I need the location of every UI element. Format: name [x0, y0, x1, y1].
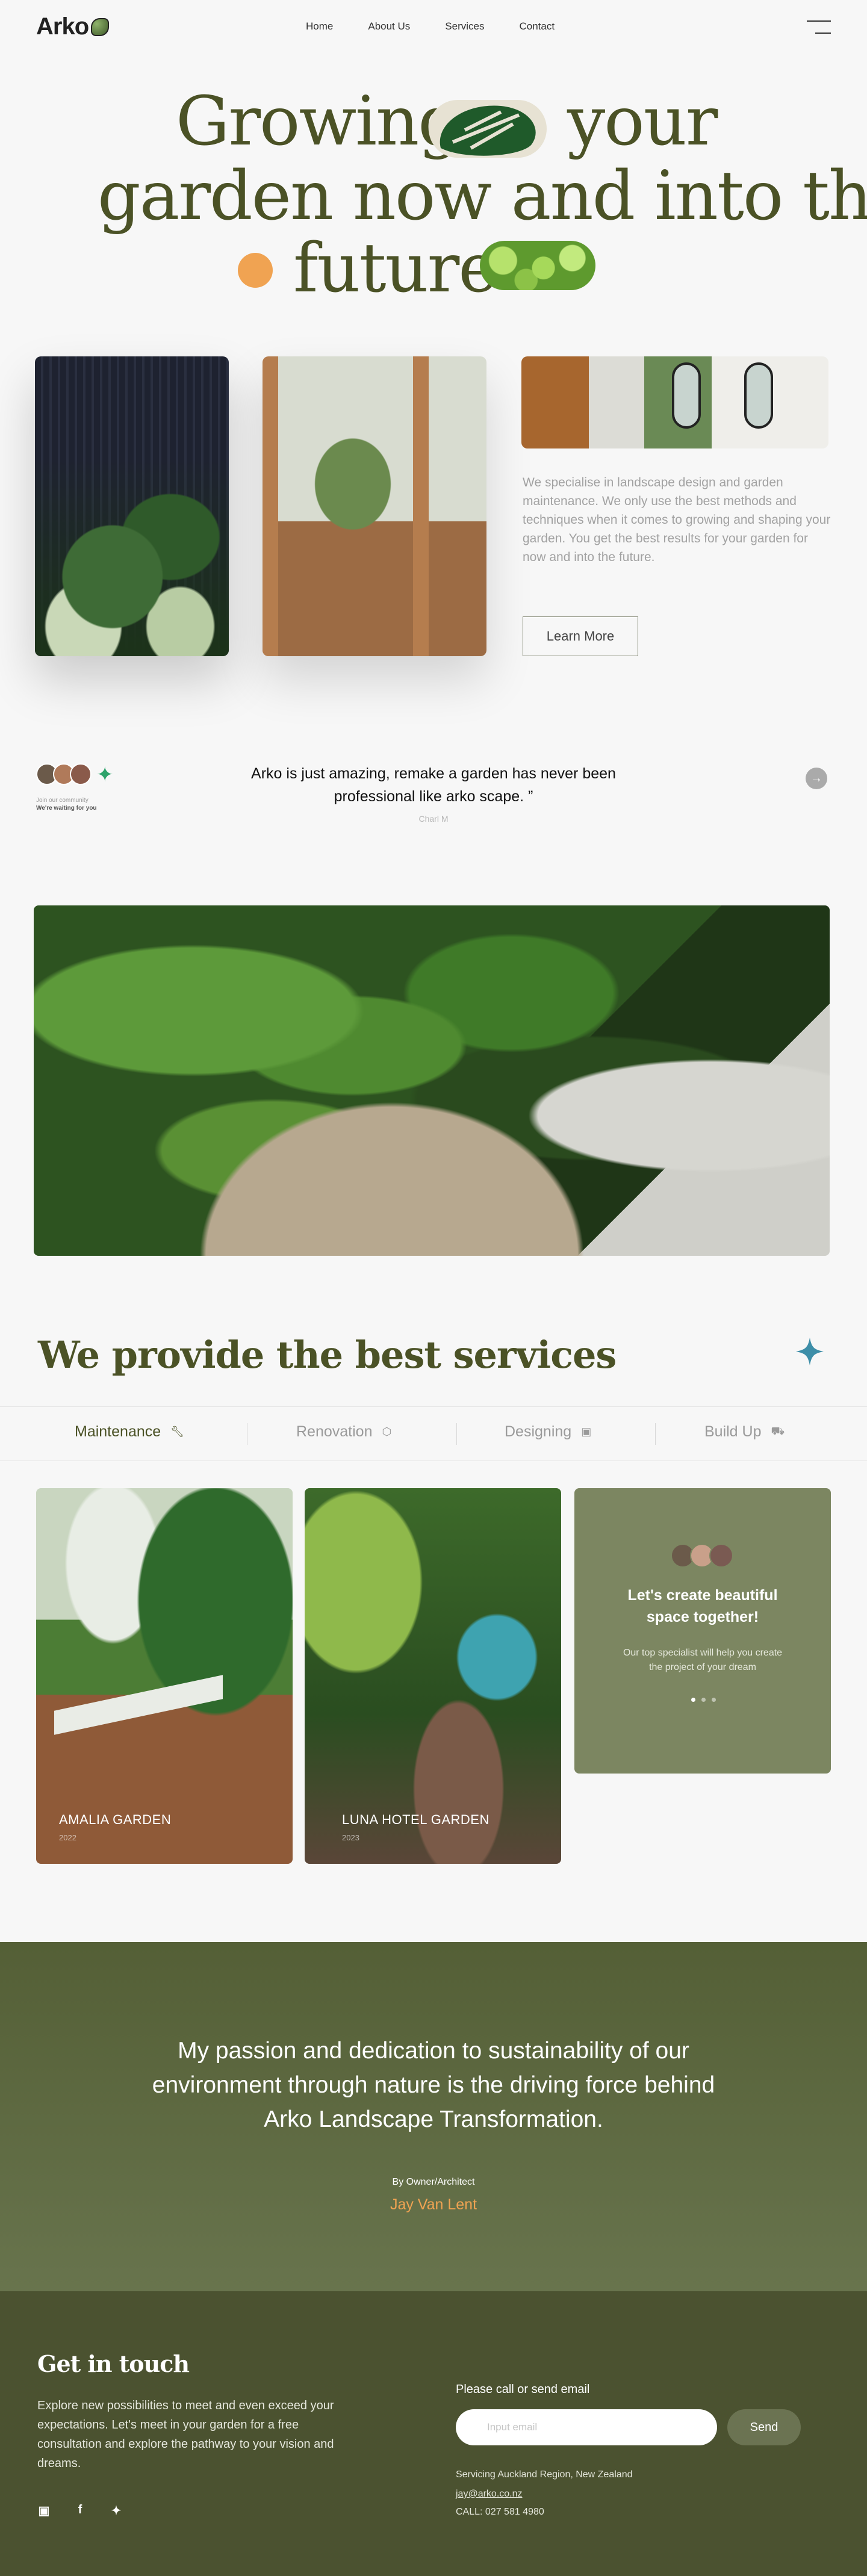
services-title: We provide the best services [38, 1333, 617, 1377]
lime-slices-image [480, 241, 595, 290]
specialist-avatars [671, 1544, 733, 1568]
nav-about-link[interactable]: About Us [368, 20, 410, 33]
image-icon: ▣ [581, 1426, 592, 1438]
tab-label: Build Up [704, 1423, 762, 1440]
tab-build-up[interactable]: Build Up ⛟ [704, 1423, 785, 1441]
hero-line-2: garden now and into the [98, 157, 867, 235]
dark-wall-plant-image [35, 356, 229, 656]
nav-home-link[interactable]: Home [306, 20, 333, 33]
main-nav: Home About Us Services Contact [306, 20, 555, 33]
testimonial-author: Charl M [418, 814, 449, 824]
intro-description: We specialise in landscape design and ga… [523, 476, 831, 564]
project-card-luna[interactable]: LUNA HOTEL GARDEN 2023 [305, 1488, 561, 1864]
divider [456, 1423, 457, 1445]
project-year: 2022 [59, 1833, 76, 1842]
logo[interactable]: Arko [36, 13, 110, 40]
hero-line-3: future [293, 229, 499, 308]
community-subcaption: We're waiting for you [36, 805, 97, 812]
divider [655, 1423, 656, 1445]
tab-renovation[interactable]: Renovation ⬡ [296, 1423, 391, 1441]
leaf-icon [91, 17, 110, 36]
service-region: Servicing Auckland Region, New Zealand [456, 2469, 633, 2480]
cta-text: Our top specialist will help you create … [623, 1648, 783, 1672]
send-button[interactable]: Send [727, 2409, 801, 2445]
sparkle-icon: ✦ [96, 763, 114, 786]
project-year: 2023 [342, 1833, 359, 1842]
project-name: LUNA HOTEL GARDEN [342, 1812, 489, 1827]
carousel-dot[interactable] [701, 1698, 706, 1702]
email-input[interactable] [456, 2409, 717, 2445]
cta-title: Let's create beautiful space together! [627, 1587, 778, 1625]
community-avatars [36, 763, 92, 785]
truck-icon: ⛟ [771, 1424, 785, 1437]
nav-services-link[interactable]: Services [445, 20, 484, 33]
tab-label: Maintenance [75, 1423, 161, 1440]
social-links: ▣ f ✦ [37, 2503, 123, 2518]
community-caption: Join our community [36, 797, 89, 804]
twitter-icon[interactable]: ✦ [110, 2503, 123, 2518]
hero-line-1a: Growing [176, 82, 461, 161]
garden-feature-image [34, 905, 830, 1256]
next-arrow-icon[interactable]: → [806, 768, 827, 789]
footer-text: Explore new possibilities to meet and ev… [37, 2399, 334, 2470]
facebook-icon[interactable]: f [73, 2503, 87, 2518]
tab-maintenance[interactable]: Maintenance 🔧︎ [75, 1423, 184, 1441]
carousel-dot[interactable] [712, 1698, 716, 1702]
phone-number: CALL: 027 581 4980 [456, 2507, 544, 2517]
mission-byline: By Owner/Architect [392, 2177, 475, 2187]
learn-more-button[interactable]: Learn More [523, 616, 638, 656]
divider [0, 1406, 867, 1407]
monstera-leaf-image [429, 100, 547, 158]
carousel-dots [691, 1698, 716, 1702]
tab-label: Renovation [296, 1423, 373, 1440]
mission-statement: My passion and dedication to sustainabil… [152, 2038, 715, 2132]
footer-title: Get in touch [37, 2350, 190, 2377]
divider [0, 1460, 867, 1461]
box-icon: ⬡ [382, 1426, 392, 1438]
wrench-icon: 🔧︎ [170, 1426, 185, 1438]
email-link[interactable]: jay@arko.co.nz [456, 2489, 523, 2500]
carousel-dot[interactable] [691, 1698, 695, 1702]
contact-label: Please call or send email [456, 2383, 590, 2396]
mission-section: My passion and dedication to sustainabil… [0, 1942, 867, 2291]
logo-text: Arko [36, 13, 89, 40]
bathroom-plants-image [521, 356, 828, 448]
orange-dot [238, 253, 273, 288]
nav-contact-link[interactable]: Contact [519, 20, 555, 33]
footer: Get in touch Explore new possibilities t… [0, 2291, 867, 2576]
tab-label: Designing [505, 1423, 572, 1440]
testimonial-quote: Arko is just amazing, remake a garden ha… [251, 765, 616, 805]
mission-author: Jay Van Lent [390, 2196, 477, 2213]
hero-line-1b: your [567, 82, 718, 161]
wooden-door-garden-image [263, 356, 486, 656]
project-name: AMALIA GARDEN [59, 1812, 172, 1827]
tab-designing[interactable]: Designing ▣ [505, 1423, 591, 1441]
star-icon [796, 1338, 824, 1365]
project-card-amalia[interactable]: AMALIA GARDEN 2022 [36, 1488, 293, 1864]
instagram-icon[interactable]: ▣ [37, 2503, 51, 2518]
avatar [70, 763, 92, 785]
avatar [709, 1544, 733, 1568]
menu-icon[interactable] [807, 20, 831, 34]
cta-card: Let's create beautiful space together! O… [574, 1488, 831, 1774]
